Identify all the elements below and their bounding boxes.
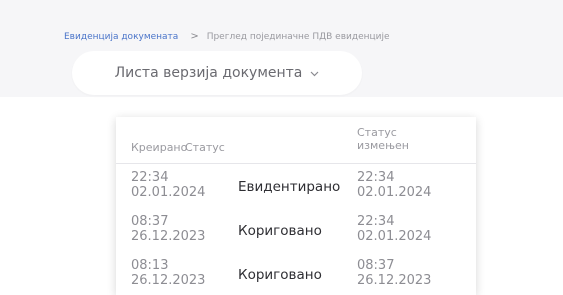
- version-status: Евидентирано: [238, 179, 341, 195]
- version-status: Кориговано: [238, 223, 322, 239]
- column-header-created: Креирано: [131, 141, 188, 154]
- breadcrumb: Евиденција докумената > Преглед поједина…: [64, 31, 390, 42]
- changed-date: 02.01.2024: [357, 185, 432, 200]
- created-date: 26.12.2023: [131, 273, 206, 288]
- document-versions-dropdown[interactable]: Листа верзија документа: [72, 51, 362, 95]
- column-header-status-changed: Статус измењен: [357, 126, 409, 152]
- changed-date: 26.12.2023: [357, 273, 432, 288]
- created-date: 02.01.2024: [131, 185, 206, 200]
- version-row[interactable]: 08:37 26.12.2023 Кориговано 22:34 02.01.…: [116, 208, 476, 252]
- version-row[interactable]: 22:34 02.01.2024 Евидентирано 22:34 02.0…: [116, 164, 476, 208]
- created-date: 26.12.2023: [131, 229, 206, 244]
- status-changed-datetime: 22:34 02.01.2024: [357, 170, 431, 200]
- created-time: 08:13: [131, 258, 169, 273]
- changed-time: 08:37: [357, 258, 395, 273]
- breadcrumb-separator: >: [190, 31, 199, 42]
- created-datetime: 08:37 26.12.2023: [131, 214, 205, 244]
- created-time: 08:37: [131, 214, 169, 229]
- breadcrumb-link-documents[interactable]: Евиденција докумената: [64, 32, 178, 42]
- status-changed-datetime: 08:37 26.12.2023: [357, 258, 431, 288]
- version-status: Кориговано: [238, 267, 322, 283]
- created-time: 22:34: [131, 170, 169, 185]
- status-changed-datetime: 22:34 02.01.2024: [357, 214, 431, 244]
- changed-time: 22:34: [357, 170, 395, 185]
- column-header-status: Статус: [185, 141, 225, 154]
- created-datetime: 22:34 02.01.2024: [131, 170, 205, 200]
- versions-table-header: Креирано Статус Статус измењен: [116, 117, 476, 164]
- chevron-down-icon: [310, 69, 319, 80]
- document-versions-dropdown-label: Листа верзија документа: [114, 65, 303, 81]
- breadcrumb-current-page: Преглед појединачне ПДВ евиденције: [206, 31, 390, 42]
- created-datetime: 08:13 26.12.2023: [131, 258, 205, 288]
- version-row[interactable]: 08:13 26.12.2023 Кориговано 08:37 26.12.…: [116, 252, 476, 295]
- changed-time: 22:34: [357, 214, 395, 229]
- changed-date: 02.01.2024: [357, 229, 432, 244]
- document-versions-popup: Креирано Статус Статус измењен 22:34 02.…: [116, 117, 476, 295]
